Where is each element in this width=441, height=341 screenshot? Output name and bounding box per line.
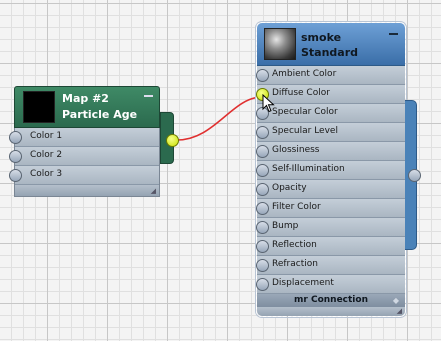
input-socket-icon[interactable] [256,126,269,139]
material-slot-reflection[interactable]: Reflection [256,237,405,256]
slot-label: Specular Color [272,107,338,117]
slot-label: Self-Illumination [272,164,345,174]
map-thumbnail [23,91,55,123]
input-socket-icon[interactable] [256,278,269,291]
input-socket-icon[interactable] [256,221,269,234]
input-socket-icon[interactable] [256,240,269,253]
slot-label: Diffuse Color [272,88,330,98]
input-socket-icon[interactable] [256,164,269,177]
map-slot-color-1[interactable]: Color 1 [9,128,159,147]
slot-label: Displacement [272,278,334,288]
slot-label: Specular Level [272,126,338,136]
map-slot-list: Color 1 Color 2 Color 3 [9,128,160,185]
material-node-type: Standard [301,46,359,59]
material-node-name: smoke [301,31,342,44]
material-node-footer: ◢ [257,307,405,316]
material-slot-glossiness[interactable]: Glossiness [256,142,405,161]
map-node-name: Map #2 [62,92,109,105]
slot-label: Opacity [272,183,307,193]
material-slot-displacement[interactable]: Displacement [256,275,405,294]
minimize-icon[interactable] [144,95,153,97]
input-socket-icon[interactable] [256,202,269,215]
material-slot-self-illumination[interactable]: Self-Illumination [256,161,405,180]
map-node-type: Particle Age [62,108,138,121]
material-slot-opacity[interactable]: Opacity [256,180,405,199]
input-socket-icon[interactable] [9,169,22,182]
map-node-footer: ◢ [14,185,160,197]
slot-label: Ambient Color [272,69,337,79]
input-socket-icon[interactable] [256,183,269,196]
map-slot-color-2[interactable]: Color 2 [9,147,159,166]
resize-grip-icon[interactable]: ◢ [397,307,402,315]
mr-connection-label: mr Connection [294,295,368,305]
slot-label: Refraction [272,259,318,269]
input-socket-icon[interactable] [9,150,22,163]
output-socket-icon[interactable] [408,169,421,182]
material-slot-bump[interactable]: Bump [256,218,405,237]
material-slot-diffuse-color[interactable]: Diffuse Color [256,85,405,104]
material-node[interactable]: smoke Standard Ambient Color Diffuse Col… [256,22,421,317]
material-thumbnail [264,28,296,60]
expand-icon[interactable]: ◆ [393,294,399,307]
mr-connection-rollout[interactable]: mr Connection ◆ [257,294,405,307]
slot-label: Filter Color [272,202,321,212]
slot-label: Reflection [272,240,317,250]
input-socket-icon[interactable] [9,131,22,144]
input-socket-icon[interactable] [256,145,269,158]
material-slot-specular-color[interactable]: Specular Color [256,104,405,123]
slot-label: Bump [272,221,299,231]
slot-label: Color 2 [30,150,63,160]
material-node-header[interactable]: smoke Standard [257,23,405,66]
map-node-header[interactable]: Map #2 Particle Age [14,86,160,128]
mouse-cursor-icon [262,94,275,113]
material-slot-specular-level[interactable]: Specular Level [256,123,405,142]
map-node[interactable]: Map #2 Particle Age Color 1 Color 2 Colo… [9,86,179,197]
output-socket-icon[interactable] [166,134,179,147]
slot-label: Color 1 [30,131,63,141]
material-slot-ambient-color[interactable]: Ambient Color [256,66,405,85]
material-slot-list: Ambient Color Diffuse Color Specular Col… [256,66,405,294]
resize-grip-icon[interactable]: ◢ [151,187,156,195]
material-slot-filter-color[interactable]: Filter Color [256,199,405,218]
map-slot-color-3[interactable]: Color 3 [9,166,159,185]
slot-label: Color 3 [30,169,63,179]
slot-label: Glossiness [272,145,320,155]
input-socket-icon[interactable] [256,259,269,272]
input-socket-icon[interactable] [256,69,269,82]
minimize-icon[interactable] [389,33,398,35]
material-slot-refraction[interactable]: Refraction [256,256,405,275]
connection-wire[interactable] [176,96,263,141]
